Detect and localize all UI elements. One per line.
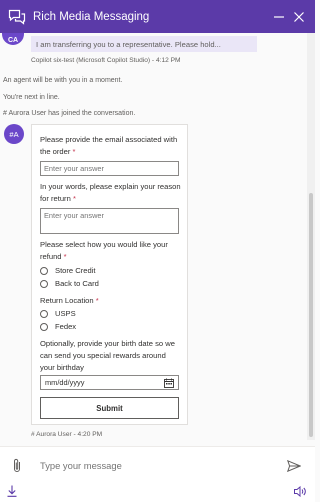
email-field[interactable] (40, 161, 179, 176)
system-message: # Aurora User has joined the conversatio… (3, 110, 136, 117)
required-marker: * (72, 194, 76, 203)
submit-button[interactable]: Submit (40, 397, 179, 419)
attach-button[interactable] (9, 458, 25, 474)
system-message: An agent will be with you in a moment. (3, 77, 123, 84)
speaker-icon (294, 485, 306, 498)
minimize-icon (274, 15, 284, 18)
message-input[interactable] (40, 460, 260, 471)
required-marker: * (63, 252, 67, 261)
paperclip-icon (14, 458, 20, 472)
location-option-usps[interactable]: USPS (40, 309, 76, 318)
scrollbar-thumb[interactable] (309, 193, 313, 437)
send-icon (287, 459, 301, 472)
download-icon (7, 485, 17, 497)
refund-label: Please select how you would like your re… (40, 240, 168, 261)
bot-message: CA I am transferring you to a representa… (0, 33, 300, 71)
birthdate-field[interactable]: mm/dd/yyyy (40, 375, 179, 390)
location-label: Return Location * (40, 296, 99, 305)
adaptive-card-form: Please provide the email associated with… (31, 124, 188, 425)
chat-header: Rich Media Messaging (0, 0, 315, 33)
chat-footer (0, 484, 315, 502)
reason-field[interactable] (40, 208, 179, 234)
calendar-icon[interactable] (164, 378, 174, 388)
system-message: You're next in line. (3, 94, 60, 101)
birthday-label: Optionally, provide your birth date so w… (40, 339, 175, 372)
card-meta: # Aurora User - 4:20 PM (31, 431, 103, 438)
required-marker: * (95, 296, 99, 305)
send-button[interactable] (286, 458, 302, 474)
location-option-fedex[interactable]: Fedex (40, 322, 76, 331)
close-button[interactable] (289, 7, 309, 27)
bot-message-meta: Copilot six-test (Microsoft Copilot Stud… (31, 57, 181, 64)
minimize-button[interactable] (269, 7, 289, 27)
refund-option-back-to-card[interactable]: Back to Card (40, 279, 99, 288)
reason-label: In your words, please explain your reaso… (40, 182, 181, 203)
download-transcript-button[interactable] (7, 484, 17, 502)
agent-avatar: #A (4, 124, 24, 144)
radio-button[interactable] (40, 266, 48, 275)
radio-button[interactable] (40, 279, 48, 288)
radio-button[interactable] (40, 322, 48, 331)
refund-option-store-credit[interactable]: Store Credit (40, 266, 96, 275)
chat-transcript[interactable]: CA I am transferring you to a representa… (0, 33, 307, 440)
header-title: Rich Media Messaging (33, 10, 150, 23)
bot-avatar: CA (2, 33, 24, 45)
bot-message-bubble: I am transferring you to a representativ… (31, 36, 257, 52)
message-composer (0, 446, 315, 484)
required-marker: * (72, 147, 76, 156)
radio-button[interactable] (40, 309, 48, 318)
scrollbar[interactable] (307, 33, 315, 440)
chat-bubbles-icon (7, 7, 27, 27)
sound-toggle-button[interactable] (294, 484, 307, 502)
close-icon (294, 11, 304, 22)
email-label: Please provide the email associated with… (40, 135, 178, 156)
